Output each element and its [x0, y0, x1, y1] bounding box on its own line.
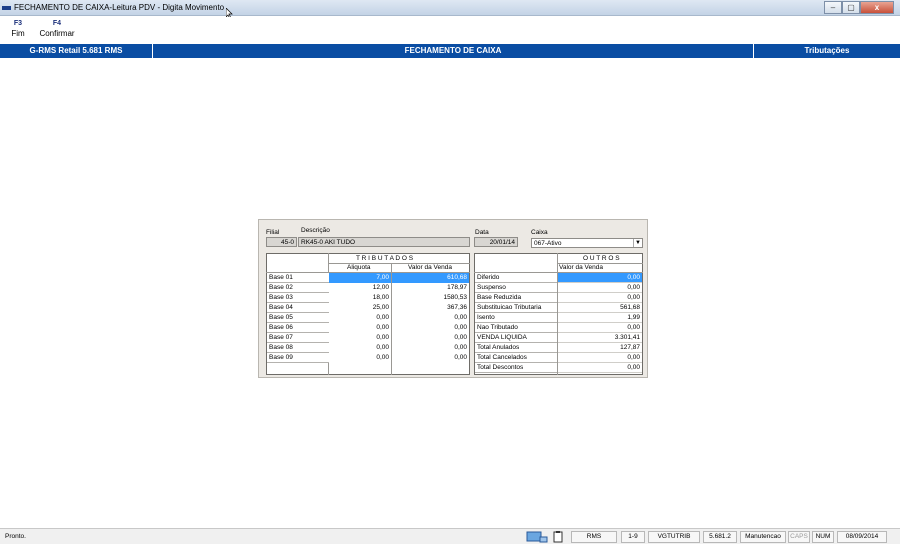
fim-button[interactable]: F3 Fim	[10, 20, 26, 38]
aliquota-cell[interactable]: 18,00	[329, 293, 391, 303]
valor-venda-cell[interactable]: 0,00	[392, 343, 469, 353]
fim-label: Fim	[11, 29, 25, 38]
header-system: G-RMS Retail 5.681 RMS	[29, 46, 123, 55]
maximize-button[interactable]: ▢	[842, 1, 860, 14]
clipboard-icon	[553, 531, 563, 543]
chevron-down-icon[interactable]: ▼	[633, 239, 642, 247]
valor-venda-cell[interactable]: 0,00	[392, 313, 469, 323]
tributados-row-label: Base 03	[267, 293, 329, 303]
app-icon	[2, 6, 11, 10]
valor-venda-cell[interactable]: 0,00	[392, 353, 469, 363]
outros-valor-cell[interactable]: 3.301,41	[558, 333, 642, 343]
title-bar: FECHAMENTO DE CAIXA-Leitura PDV - Digita…	[0, 0, 900, 19]
valor-venda-cell[interactable]: 0,00	[392, 323, 469, 333]
caixa-dropdown[interactable]: 067-Ativo ▼	[531, 238, 643, 248]
valor-venda-cell[interactable]: 367,36	[392, 303, 469, 313]
confirmar-label: Confirmar	[39, 29, 75, 38]
outros-row-label: Base Reduzida	[475, 293, 557, 303]
outros-valor-cell[interactable]: 0,00	[558, 363, 642, 373]
tributados-row-label: Base 04	[267, 303, 329, 313]
valor-venda-cell[interactable]: 1580,53	[392, 293, 469, 303]
data-label: Data	[475, 229, 489, 236]
outros-valor-cell[interactable]: 561,68	[558, 303, 642, 313]
toolbar: F3 Fim F4 Confirmar	[0, 17, 900, 44]
status-rms: RMS	[571, 531, 617, 543]
aliquota-cell[interactable]: 0,00	[329, 313, 391, 323]
status-caps: CAPS	[788, 531, 810, 543]
filial-label: Filial	[266, 229, 280, 236]
outros-row-label: Suspenso	[475, 283, 557, 293]
close-button[interactable]: x	[860, 1, 894, 14]
outros-valor-cell[interactable]: 0,00	[558, 273, 642, 283]
tributados-row-label: Base 06	[267, 323, 329, 333]
valor-venda-cell[interactable]: 610,68	[392, 273, 469, 283]
outros-row-label: Total Anulados	[475, 343, 557, 353]
tributados-row-label: Base 05	[267, 313, 329, 323]
outros-row-label: VENDA LIQUIDA	[475, 333, 557, 343]
tributados-row-label: Base 07	[267, 333, 329, 343]
confirmar-button[interactable]: F4 Confirmar	[38, 20, 76, 38]
tributados-row-label: Base 02	[267, 283, 329, 293]
outros-valor-cell[interactable]: 0,00	[558, 283, 642, 293]
status-bar: Pronto. RMS 1-9 VGTUTRIB 5.681.2 Manuten…	[0, 528, 900, 544]
status-version: 5.681.2	[703, 531, 737, 543]
aliquota-header: Aliquota	[347, 264, 371, 271]
aliquota-cell[interactable]: 0,00	[329, 333, 391, 343]
descricao-label: Descrição	[301, 227, 330, 234]
outros-valor-header: Valor da Venda	[559, 264, 603, 271]
outros-row-label: Substituicao Tributaria	[475, 303, 557, 313]
outros-valor-cell[interactable]: 1,99	[558, 313, 642, 323]
aliquota-cell[interactable]: 12,00	[329, 283, 391, 293]
descricao-field[interactable]: RK45-0 AKI TUDO	[298, 237, 470, 247]
outros-valor-cell[interactable]: 0,00	[558, 353, 642, 363]
outros-row-label: Isento	[475, 313, 557, 323]
f3-key-label: F3	[13, 20, 23, 27]
aliquota-cell[interactable]: 25,00	[329, 303, 391, 313]
header-section: Tributações	[804, 46, 850, 55]
tributados-row-label: Base 01	[267, 273, 329, 283]
outros-row-label: Total Cancelados	[475, 353, 557, 363]
tributados-row-label: Base 08	[267, 343, 329, 353]
outros-valor-cell[interactable]: 127,87	[558, 343, 642, 353]
status-num: NUM	[812, 531, 834, 543]
status-text: Pronto.	[5, 533, 26, 540]
tributados-row-label: Base 09	[267, 353, 329, 363]
window-title: FECHAMENTO DE CAIXA-Leitura PDV - Digita…	[14, 3, 225, 12]
aliquota-cell[interactable]: 0,00	[329, 343, 391, 353]
filial-field[interactable]: 45-0	[266, 237, 297, 247]
valor-venda-cell[interactable]: 0,00	[392, 333, 469, 343]
valor-venda-cell[interactable]: 178,97	[392, 283, 469, 293]
minimize-button[interactable]: –	[824, 1, 842, 14]
module-header: G-RMS Retail 5.681 RMS FECHAMENTO DE CAI…	[0, 44, 900, 58]
status-range: 1-9	[621, 531, 645, 543]
aliquota-cell[interactable]: 0,00	[329, 323, 391, 333]
header-title: FECHAMENTO DE CAIXA	[404, 46, 502, 55]
aliquota-cell[interactable]: 0,00	[329, 353, 391, 363]
outros-row-label: Nao Tributado	[475, 323, 557, 333]
data-field[interactable]: 20/01/14	[474, 237, 518, 247]
aliquota-cell[interactable]: 7,00	[329, 273, 391, 283]
caixa-value: 067-Ativo	[534, 240, 562, 247]
outros-valor-cell[interactable]: 0,00	[558, 293, 642, 303]
valor-venda-header: Valor da Venda	[408, 264, 452, 271]
computer-icon	[526, 531, 548, 543]
status-date: 08/09/2014	[837, 531, 887, 543]
outros-row-label: Diferido	[475, 273, 557, 283]
status-program: VGTUTRIB	[648, 531, 700, 543]
outros-valor-cell[interactable]: 0,00	[558, 323, 642, 333]
caixa-label: Caixa	[531, 229, 548, 236]
outros-title: O U T R O S	[583, 255, 620, 262]
f4-key-label: F4	[52, 20, 62, 27]
status-mode: Manutencao	[740, 531, 786, 543]
outros-row-label: Total Descontos	[475, 363, 557, 373]
tributados-title: T R I B U T A D O S	[356, 255, 414, 262]
